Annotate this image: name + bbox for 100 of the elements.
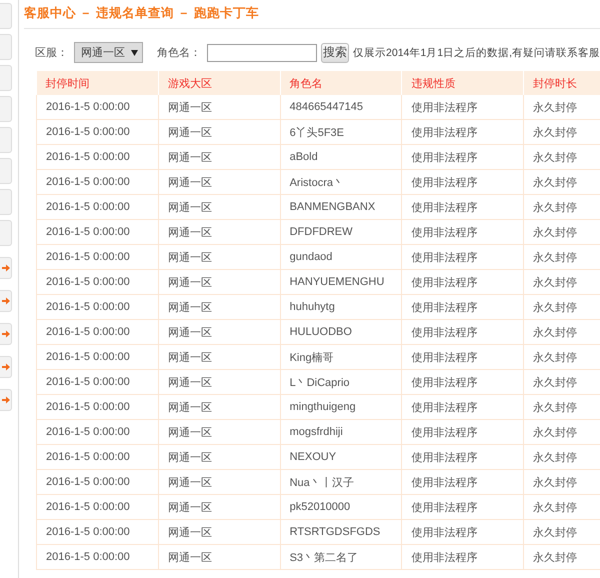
table-cell: DFDFDREW (280, 220, 402, 244)
table-cell: 网通一区 (158, 420, 280, 444)
sidebar-tab[interactable] (0, 65, 12, 91)
table-cell: 2016-1-5 0:00:00 (36, 120, 158, 144)
table-cell: 使用非法程序 (402, 120, 524, 144)
table-cell: 使用非法程序 (402, 170, 524, 194)
table-cell: 使用非法程序 (402, 244, 524, 270)
table-cell: 使用非法程序 (402, 344, 524, 370)
table-cell: Nua丶丨汉子 (280, 470, 402, 494)
table-cell: 使用非法程序 (402, 294, 524, 320)
table-cell: HANYUEMENGHU (280, 270, 402, 294)
table-cell: 使用非法程序 (402, 220, 524, 244)
table-cell: 2016-1-5 0:00:00 (36, 370, 158, 394)
sidebar-tab[interactable] (0, 389, 12, 411)
table-cell: 484665447145 (280, 95, 402, 120)
table-cell: 网通一区 (158, 470, 280, 494)
table-cell: 网通一区 (158, 394, 280, 420)
table-cell: 网通一区 (158, 220, 280, 244)
name-field[interactable] (207, 44, 317, 62)
table-cell: 网通一区 (158, 444, 280, 470)
column-header: 游戏大区 (158, 71, 280, 95)
name-label: 角色名： (157, 46, 201, 60)
table-cell: HULUODBO (280, 320, 402, 344)
table-cell: 使用非法程序 (402, 95, 524, 120)
table-cell: 使用非法程序 (402, 544, 524, 570)
table-cell: 网通一区 (158, 95, 280, 120)
search-button[interactable]: 搜索 (321, 42, 350, 62)
table-cell: 2016-1-5 0:00:00 (36, 95, 158, 120)
table-cell: mogsfrdhiji (280, 420, 402, 444)
table-cell: 网通一区 (158, 144, 280, 170)
arrow-icon (2, 396, 10, 404)
table-cell: 网通一区 (158, 170, 280, 194)
breadcrumb: 客服中心 － 违规名单查询 － 跑跑卡丁车 (24, 0, 600, 29)
table-cell: 2016-1-5 0:00:00 (36, 270, 158, 294)
table-cell: Aristocra丶 (280, 170, 402, 194)
server-select[interactable]: 网通一区 (74, 42, 143, 63)
sidebar-tab[interactable] (0, 3, 12, 29)
table-cell: 使用非法程序 (402, 420, 524, 444)
table-cell: 2016-1-5 0:00:00 (36, 194, 158, 220)
sidebar-tab[interactable] (0, 323, 12, 345)
table-cell: 2016-1-5 0:00:00 (36, 420, 158, 444)
sidebar-tab[interactable] (0, 356, 12, 378)
arrow-icon (2, 363, 10, 371)
sidebar-tab[interactable] (0, 220, 12, 246)
table-cell: 网通一区 (158, 344, 280, 370)
table-cell: 使用非法程序 (402, 494, 524, 520)
table-cell: 网通一区 (158, 120, 280, 144)
sidebar-tab[interactable] (0, 96, 12, 122)
table-cell: mingthuigeng (280, 394, 402, 420)
server-label: 区服： (35, 46, 68, 60)
arrow-icon (2, 297, 10, 305)
table-cell: 2016-1-5 0:00:00 (36, 444, 158, 470)
table-cell: gundaod (280, 244, 402, 270)
note-text: 仅展示2014年1月1日之后的数据,有疑问请联系客服 (353, 46, 600, 60)
column-header: 角色名 (280, 71, 402, 95)
table-cell: 使用非法程序 (402, 194, 524, 220)
table-cell: 2016-1-5 0:00:00 (36, 320, 158, 344)
table-cell: 2016-1-5 0:00:00 (36, 394, 158, 420)
table-cell: 使用非法程序 (402, 520, 524, 544)
table-cell: 网通一区 (158, 320, 280, 344)
table-cell: 网通一区 (158, 270, 280, 294)
table-cell: 网通一区 (158, 294, 280, 320)
table-cell: 2016-1-5 0:00:00 (36, 244, 158, 270)
table-cell: 使用非法程序 (402, 270, 524, 294)
sidebar-tab[interactable] (0, 127, 12, 153)
table-cell: 使用非法程序 (402, 370, 524, 394)
table-cell: 使用非法程序 (402, 394, 524, 420)
arrow-icon (2, 330, 10, 338)
table-cell: 使用非法程序 (402, 470, 524, 494)
table-cell: 网通一区 (158, 544, 280, 570)
table-cell: 2016-1-5 0:00:00 (36, 344, 158, 370)
table-cell: 2016-1-5 0:00:00 (36, 220, 158, 244)
sidebar-tab[interactable] (0, 158, 12, 184)
sidebar-tab[interactable] (0, 189, 12, 215)
table-cell: 网通一区 (158, 370, 280, 394)
table-cell: 使用非法程序 (402, 320, 524, 344)
table-cell: 2016-1-5 0:00:00 (36, 494, 158, 520)
table-cell: 网通一区 (158, 520, 280, 544)
table-cell: 2016-1-5 0:00:00 (36, 170, 158, 194)
table-cell: pk52010000 (280, 494, 402, 520)
sidebar-tab[interactable] (0, 34, 12, 60)
sidebar-tab[interactable] (0, 257, 12, 279)
table-cell: 使用非法程序 (402, 144, 524, 170)
sidebar-tab[interactable] (0, 290, 12, 312)
table-cell: aBold (280, 144, 402, 170)
table-cell: RTSRTGDSFGDS (280, 520, 402, 544)
column-header: 封停时间 (36, 71, 158, 95)
table-cell: BANMENGBANX (280, 194, 402, 220)
table-cell: 6丫头5F3E (280, 120, 402, 144)
table-cell: 2016-1-5 0:00:00 (36, 144, 158, 170)
table-cell: 使用非法程序 (402, 444, 524, 470)
table-cell: 2016-1-5 0:00:00 (36, 294, 158, 320)
table-cell: huhuhytg (280, 294, 402, 320)
table-cell: S3丶第二名了 (280, 544, 402, 570)
table-cell: 2016-1-5 0:00:00 (36, 520, 158, 544)
arrow-icon (2, 264, 10, 272)
column-header: 违规性质 (402, 71, 524, 95)
table-cell: 2016-1-5 0:00:00 (36, 470, 158, 494)
column-header: 封停时长 (524, 71, 600, 95)
dropdown-icon (131, 50, 138, 56)
